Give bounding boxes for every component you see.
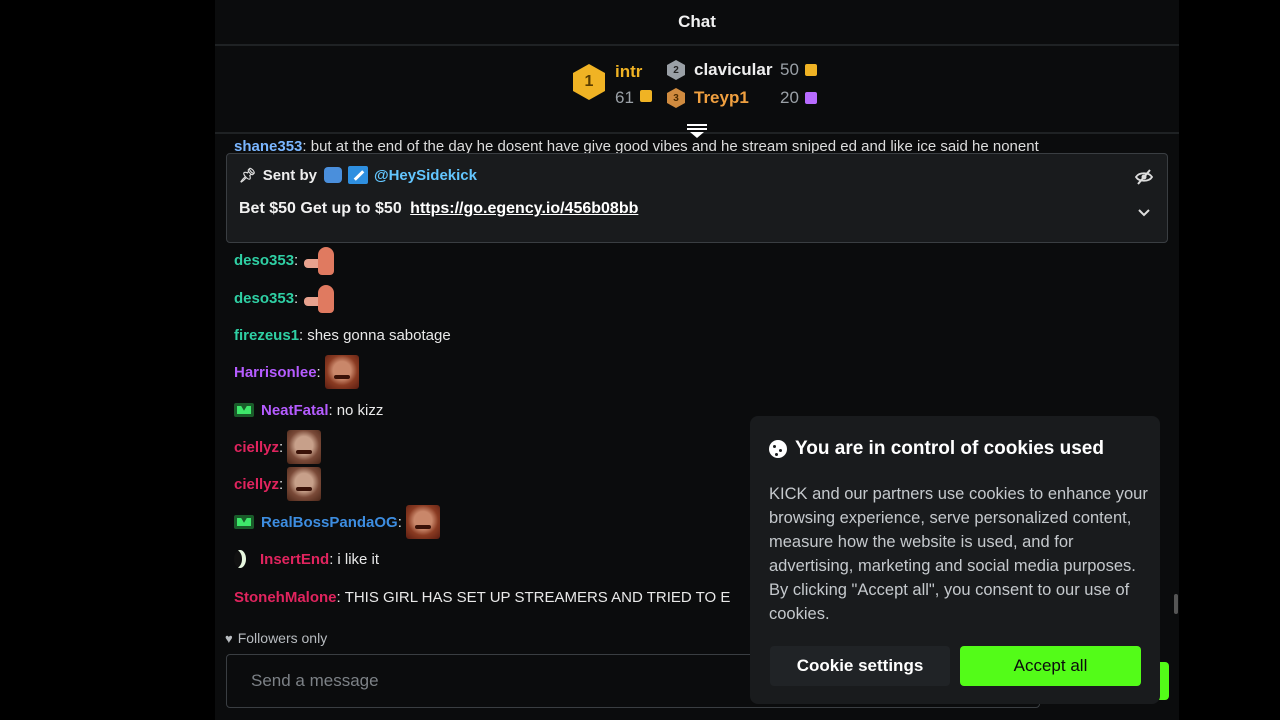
leaderboard-first-count: 61 [615, 88, 652, 108]
leaderboard-first-name[interactable]: intr [615, 62, 642, 82]
pinned-link[interactable]: https://go.egency.io/456b08bb [410, 200, 638, 217]
chat-username[interactable]: firezeus1 [234, 327, 299, 344]
pointing-hand-emote [302, 243, 336, 277]
leaderboard-third[interactable]: 3 Treyp1 20 [667, 86, 817, 110]
chat-username[interactable]: deso353 [234, 252, 294, 269]
gift-icon [639, 90, 652, 102]
face-emote [405, 505, 440, 539]
chat-username[interactable]: deso353 [234, 290, 294, 307]
accept-all-button[interactable]: Accept all [960, 646, 1141, 686]
pinned-message-text: Bet $50 Get up to $50 [239, 200, 402, 217]
leaderboard-third-name[interactable]: Treyp1 [694, 88, 780, 108]
chat-username[interactable]: ciellyz [234, 439, 279, 456]
chat-message: deso353: [234, 281, 336, 315]
pin-icon: 📌︎ [239, 166, 257, 183]
leaderboard-second-count: 50 [780, 60, 799, 79]
gold-medal-icon: 1 [573, 64, 605, 100]
moon-badge-icon [234, 550, 246, 568]
chat-message: deso353: [234, 243, 336, 277]
chat-header: Chat [215, 0, 1179, 46]
scrollbar[interactable] [1174, 594, 1178, 614]
followers-only-notice: ♥ Followers only [225, 630, 327, 646]
leaderboard-first[interactable]: 1 intr 61 [573, 60, 653, 110]
cookie-title-text: You are in control of cookies used [795, 438, 1104, 459]
pinned-sender[interactable]: @HeySidekick [374, 167, 477, 184]
chat-message: NeatFatal: no kizz [234, 393, 383, 427]
chat-username[interactable]: ciellyz [234, 476, 279, 493]
chat-message-text: no kizz [336, 401, 384, 419]
chat-message-text: i like it [337, 550, 380, 568]
face-emote [324, 355, 359, 389]
pinned-text: Bet $50 Get up to $50 https://go.egency.… [239, 200, 638, 218]
chat-username[interactable]: RealBossPandaOG [261, 514, 398, 531]
chat-message: InsertEnd: i like it [234, 542, 379, 576]
chat-title: Chat [678, 12, 716, 31]
chat-message: ciellyz: [234, 467, 322, 501]
chevron-down-icon[interactable] [1137, 208, 1151, 218]
chat-message: firezeus1: shes gonna sabotage [234, 326, 451, 344]
eye-off-icon[interactable] [1135, 168, 1153, 186]
chat-message: StonehMalone: THIS GIRL HAS SET UP STREA… [234, 588, 731, 606]
gift-leaderboard: 1 intr 61 2 clavicular 50 3 Treyp1 20 [215, 46, 1179, 134]
moderator-badge-icon [347, 166, 368, 184]
sent-by-label: Sent by [262, 166, 317, 184]
leaderboard-second[interactable]: 2 clavicular 50 [667, 58, 817, 82]
face-emote [287, 467, 322, 501]
chat-message-text: THIS GIRL HAS SET UP STREAMERS AND TRIED… [344, 588, 731, 606]
leaderboard-third-count: 20 [780, 88, 799, 107]
chat-username[interactable]: NeatFatal [261, 402, 329, 419]
chat-message-text: : but at the end of the day he dosent ha… [302, 138, 1039, 154]
chat-message: Harrisonlee: [234, 355, 359, 389]
cookie-consent-dialog: You are in control of cookies used KICK … [750, 416, 1160, 704]
pinned-header: 📌︎ Sent by @HeySidekick [239, 166, 477, 184]
heart-icon: ♥ [225, 630, 233, 646]
chat-username[interactable]: StonehMalone [234, 589, 337, 606]
cookie-dialog-title: You are in control of cookies used [769, 438, 1104, 460]
leaderboard-second-name[interactable]: clavicular [694, 60, 780, 80]
pointing-hand-emote [302, 281, 336, 315]
subscriber-badge-icon [234, 515, 254, 529]
chat-message-text: shes gonna sabotage [307, 326, 451, 344]
chat-username[interactable]: InsertEnd [260, 551, 329, 568]
chat-message-partial: shane353: but at the end of the day he d… [234, 138, 1154, 154]
chat-username[interactable]: shane353 [234, 138, 302, 154]
chat-message: ciellyz: [234, 430, 322, 464]
silver-medal-icon: 2 [667, 60, 685, 80]
pinned-message[interactable]: 📌︎ Sent by @HeySidekick Bet $50 Get up t… [226, 153, 1168, 243]
bot-badge-icon [323, 167, 342, 183]
cookie-settings-button[interactable]: Cookie settings [770, 646, 950, 686]
bronze-medal-icon: 3 [667, 88, 685, 108]
followers-only-label: Followers only [237, 630, 328, 646]
gift-icon [804, 92, 817, 104]
face-emote [287, 430, 322, 464]
subscriber-badge-icon [234, 403, 254, 417]
cookie-icon [769, 440, 787, 458]
cookie-dialog-body: KICK and our partners use cookies to enh… [769, 485, 1148, 623]
gift-icon [804, 64, 817, 76]
chat-message: RealBossPandaOG: [234, 505, 440, 539]
chat-username[interactable]: Harrisonlee [234, 364, 317, 381]
